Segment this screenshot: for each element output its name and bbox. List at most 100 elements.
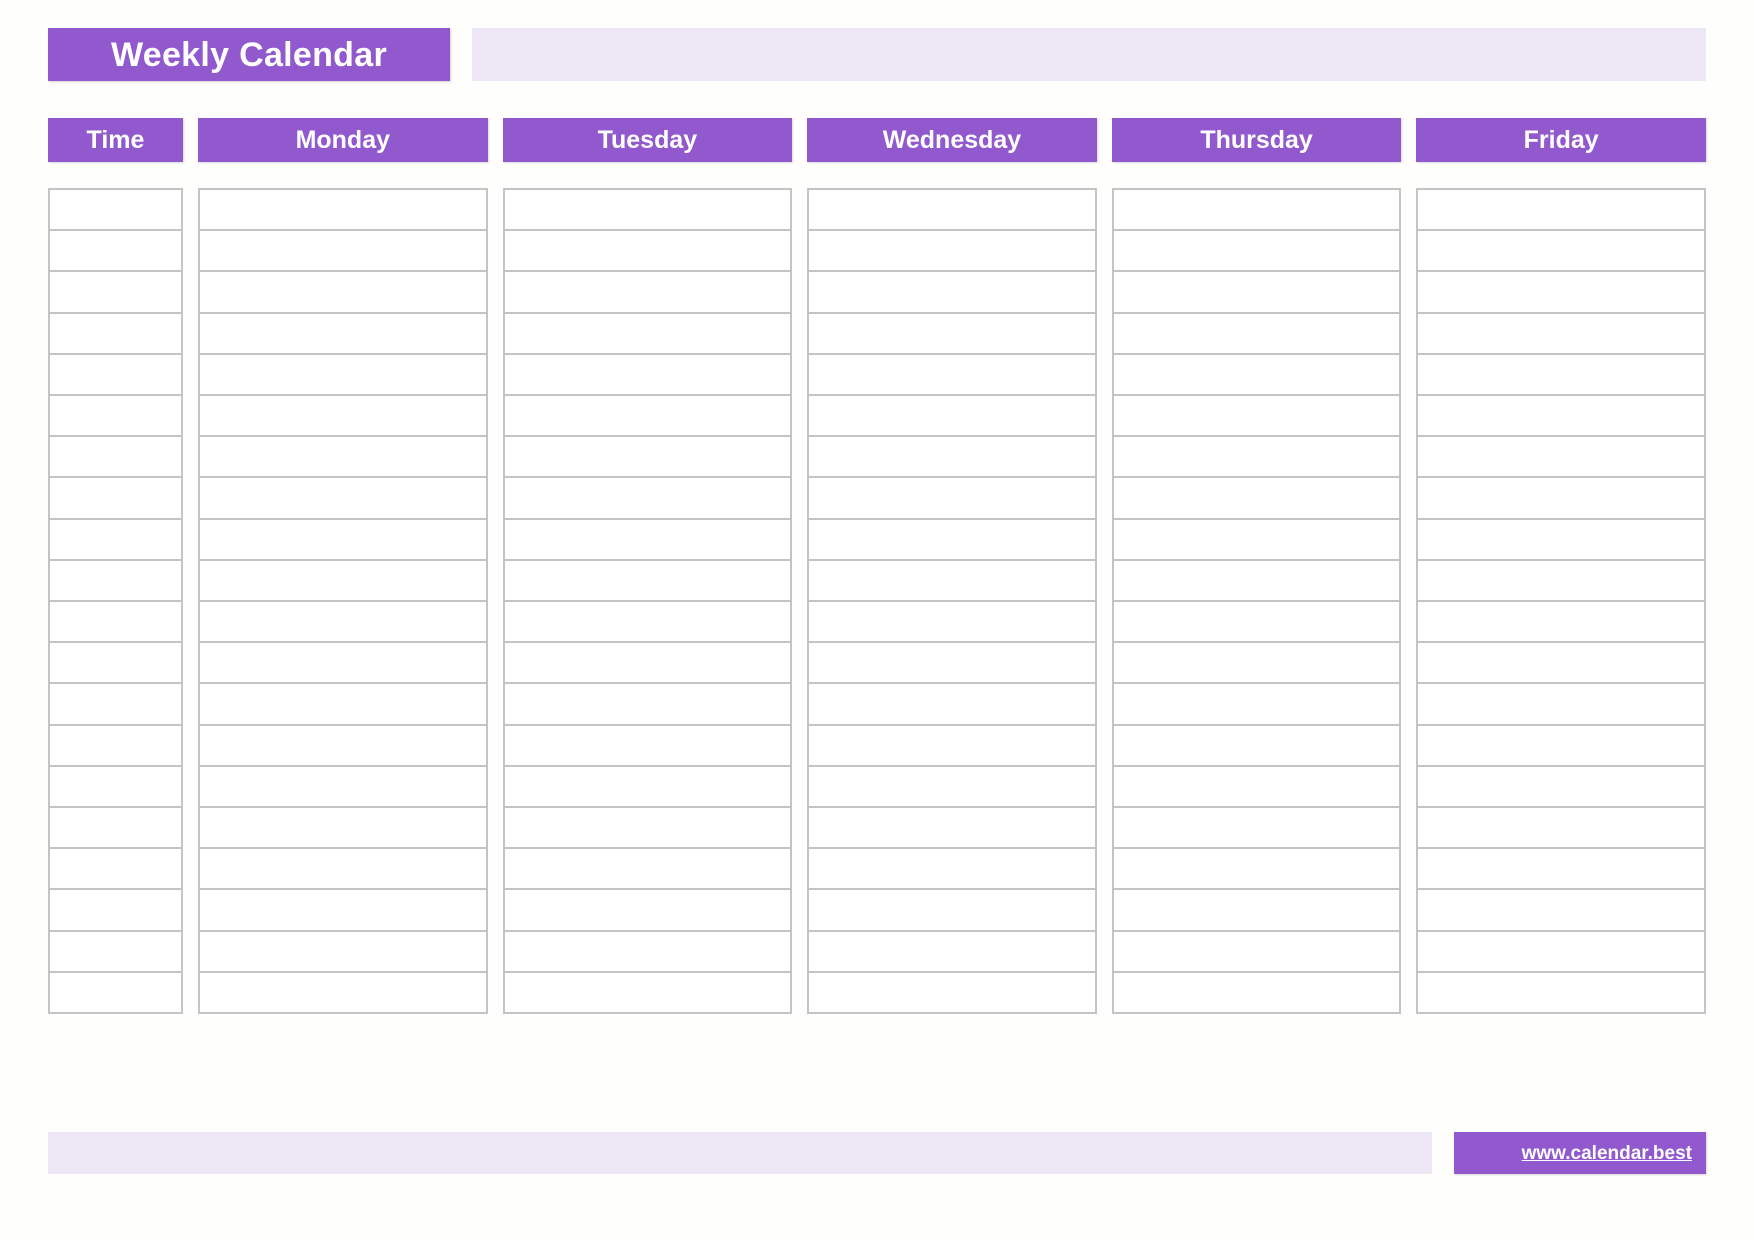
- calendar-cell[interactable]: [200, 355, 486, 397]
- calendar-cell[interactable]: [809, 272, 1095, 314]
- calendar-cell[interactable]: [809, 849, 1095, 891]
- calendar-cell[interactable]: [504, 314, 791, 355]
- column-header-thursday[interactable]: Thursday: [1111, 118, 1402, 162]
- calendar-cell[interactable]: [1113, 561, 1400, 603]
- calendar-cell[interactable]: [1418, 808, 1704, 850]
- calendar-cell[interactable]: [50, 726, 181, 767]
- calendar-cell[interactable]: [50, 190, 181, 232]
- calendar-cell[interactable]: [50, 890, 181, 932]
- calendar-cell[interactable]: [809, 520, 1095, 561]
- calendar-cell[interactable]: [200, 272, 486, 314]
- calendar-cell[interactable]: [50, 849, 181, 891]
- calendar-cell[interactable]: [200, 478, 486, 520]
- calendar-cell[interactable]: [1418, 478, 1704, 520]
- calendar-cell[interactable]: [50, 684, 181, 726]
- calendar-cell[interactable]: [50, 520, 181, 561]
- calendar-cell[interactable]: [504, 355, 791, 397]
- calendar-cell[interactable]: [1418, 849, 1704, 891]
- calendar-cell[interactable]: [200, 602, 486, 644]
- calendar-cell[interactable]: [504, 726, 791, 767]
- calendar-cell[interactable]: [504, 767, 791, 809]
- column-header-wednesday[interactable]: Wednesday: [807, 118, 1097, 162]
- calendar-cell[interactable]: [200, 890, 486, 932]
- calendar-cell[interactable]: [504, 561, 791, 603]
- calendar-cell[interactable]: [50, 767, 181, 809]
- column-header-monday[interactable]: Monday: [198, 118, 488, 162]
- calendar-cell[interactable]: [1113, 437, 1400, 479]
- calendar-cell[interactable]: [50, 478, 181, 520]
- calendar-cell[interactable]: [505, 973, 791, 1012]
- calendar-cell[interactable]: [1113, 231, 1400, 273]
- calendar-cell[interactable]: [1113, 478, 1400, 520]
- calendar-cell[interactable]: [1113, 520, 1400, 561]
- calendar-cell[interactable]: [1113, 890, 1400, 932]
- calendar-cell[interactable]: [504, 849, 791, 891]
- calendar-cell[interactable]: [200, 231, 486, 273]
- calendar-cell[interactable]: [1418, 520, 1704, 561]
- calendar-cell[interactable]: [809, 396, 1095, 438]
- calendar-cell[interactable]: [1113, 355, 1400, 397]
- calendar-cell[interactable]: [504, 396, 791, 438]
- calendar-cell[interactable]: [504, 808, 791, 850]
- calendar-cell[interactable]: [504, 231, 791, 273]
- calendar-cell[interactable]: [1113, 808, 1400, 850]
- column-header-tuesday[interactable]: Tuesday: [502, 118, 793, 162]
- calendar-cell[interactable]: [809, 643, 1095, 685]
- calendar-cell[interactable]: [1418, 561, 1704, 603]
- calendar-cell[interactable]: [200, 643, 486, 685]
- calendar-cell[interactable]: [504, 272, 791, 314]
- calendar-cell[interactable]: [809, 355, 1095, 397]
- calendar-cell[interactable]: [504, 520, 791, 561]
- calendar-cell[interactable]: [50, 396, 181, 438]
- calendar-cell[interactable]: [50, 231, 181, 273]
- calendar-cell[interactable]: [504, 478, 791, 520]
- calendar-cell[interactable]: [1113, 684, 1400, 726]
- calendar-cell[interactable]: [809, 684, 1095, 726]
- calendar-cell[interactable]: [1418, 437, 1704, 479]
- calendar-cell[interactable]: [1113, 314, 1400, 355]
- calendar-cell[interactable]: [1418, 231, 1704, 273]
- calendar-cell[interactable]: [809, 561, 1095, 603]
- calendar-cell[interactable]: [809, 478, 1095, 520]
- calendar-cell[interactable]: [504, 190, 791, 232]
- calendar-cell[interactable]: [1418, 314, 1704, 355]
- calendar-cell[interactable]: [200, 932, 486, 973]
- calendar-cell[interactable]: [809, 808, 1095, 850]
- calendar-cell[interactable]: [200, 726, 486, 767]
- calendar-cell[interactable]: [1113, 643, 1400, 685]
- footer-url-chip[interactable]: www.calendar.best: [1454, 1132, 1706, 1174]
- calendar-cell[interactable]: [1418, 973, 1704, 1012]
- calendar-cell[interactable]: [809, 726, 1095, 767]
- calendar-cell[interactable]: [1113, 190, 1400, 232]
- calendar-cell[interactable]: [809, 973, 1095, 1012]
- calendar-cell[interactable]: [1113, 932, 1400, 973]
- calendar-cell[interactable]: [50, 932, 181, 973]
- calendar-cell[interactable]: [200, 190, 486, 232]
- calendar-cell[interactable]: [1418, 767, 1704, 809]
- calendar-cell[interactable]: [50, 561, 181, 603]
- calendar-cell[interactable]: [1113, 602, 1400, 644]
- calendar-cell[interactable]: [200, 520, 486, 561]
- calendar-cell[interactable]: [50, 602, 181, 644]
- calendar-cell[interactable]: [1418, 602, 1704, 644]
- calendar-cell[interactable]: [200, 808, 486, 850]
- calendar-cell[interactable]: [1113, 272, 1400, 314]
- calendar-cell[interactable]: [50, 314, 181, 355]
- calendar-cell[interactable]: [1418, 890, 1704, 932]
- calendar-cell[interactable]: [1114, 973, 1400, 1012]
- calendar-cell[interactable]: [200, 561, 486, 603]
- calendar-cell[interactable]: [1418, 396, 1704, 438]
- column-header-friday[interactable]: Friday: [1416, 118, 1706, 162]
- calendar-cell[interactable]: [1418, 932, 1704, 973]
- calendar-cell[interactable]: [1113, 726, 1400, 767]
- calendar-cell[interactable]: [504, 602, 791, 644]
- calendar-cell[interactable]: [1418, 684, 1704, 726]
- calendar-cell[interactable]: [1418, 726, 1704, 767]
- calendar-cell[interactable]: [809, 190, 1095, 232]
- calendar-cell[interactable]: [809, 602, 1095, 644]
- calendar-cell[interactable]: [1418, 355, 1704, 397]
- calendar-cell[interactable]: [1113, 767, 1400, 809]
- calendar-cell[interactable]: [1113, 849, 1400, 891]
- calendar-cell[interactable]: [809, 767, 1095, 809]
- calendar-cell[interactable]: [809, 932, 1095, 973]
